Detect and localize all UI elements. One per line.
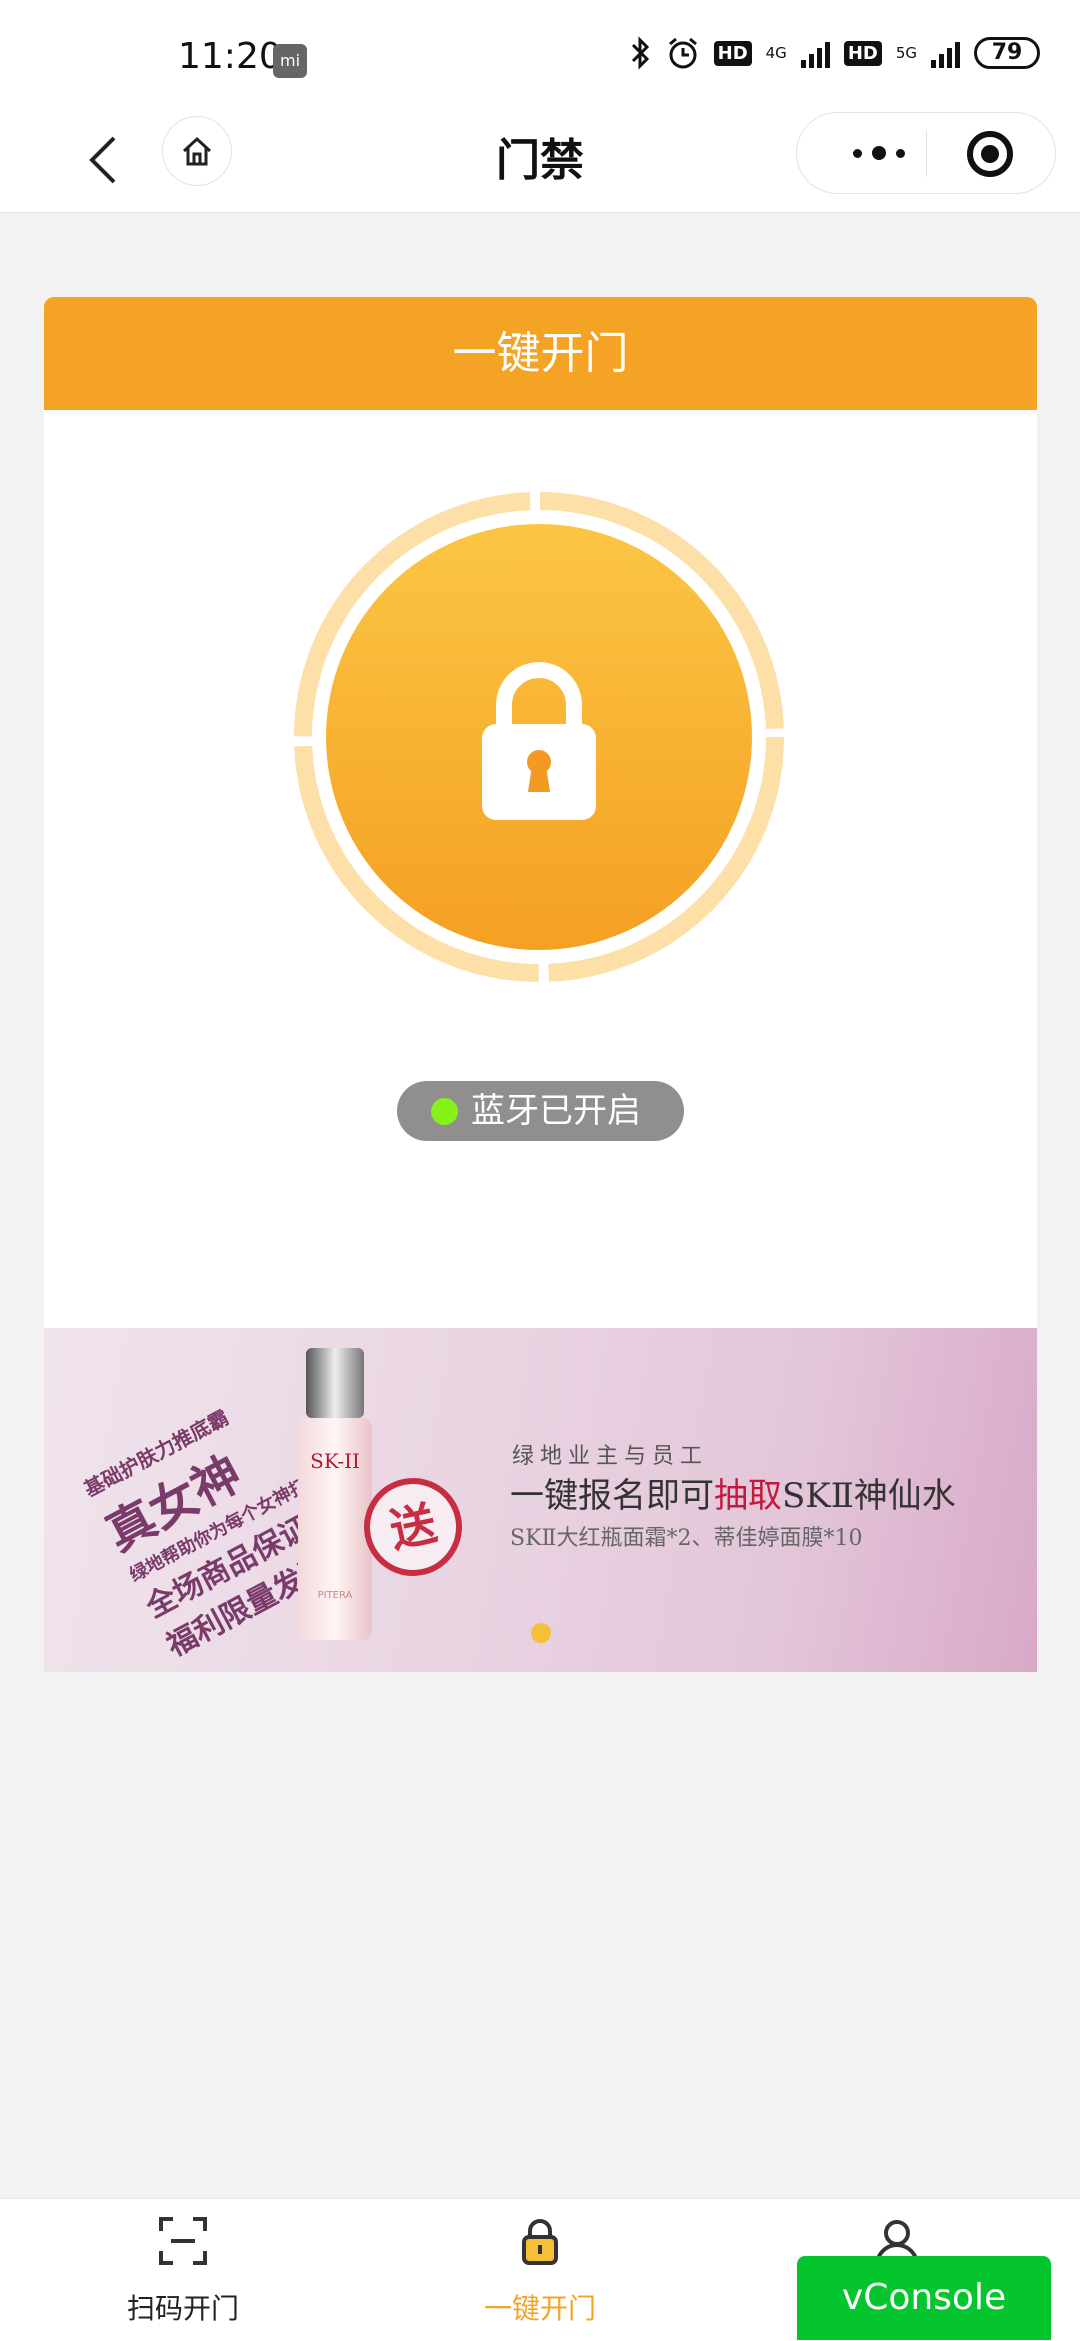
network-type: 5G bbox=[895, 43, 917, 62]
carousel-indicator[interactable] bbox=[531, 1623, 551, 1643]
alarm-icon bbox=[668, 37, 697, 69]
battery-icon: 79 bbox=[974, 37, 1040, 69]
tab-label: 一键开门 bbox=[483, 2292, 596, 2325]
scan-icon bbox=[159, 2217, 207, 2265]
bottle-sub: PITERA bbox=[318, 1590, 353, 1601]
status-dot bbox=[431, 1098, 458, 1125]
tab-label: 扫码开门 bbox=[126, 2292, 239, 2325]
target-circle-icon[interactable] bbox=[967, 131, 1013, 177]
signal-icon bbox=[931, 38, 960, 68]
headline-highlight: 抽取 bbox=[714, 1476, 782, 1516]
bluetooth-status-text: 蓝牙已开启 bbox=[471, 1091, 641, 1131]
more-dots-icon[interactable] bbox=[839, 133, 919, 173]
unlock-card: 一键开门 蓝牙已开启 bbox=[44, 297, 1037, 1328]
banner-headline: 一键报名即可抽取SKⅡ神仙水 bbox=[510, 1468, 956, 1517]
tab-one-key-open[interactable]: 一键开门 bbox=[440, 2213, 640, 2327]
hd-badge: HD bbox=[713, 40, 752, 66]
status-icons: HD 4G HD 5G 79 bbox=[630, 36, 1040, 70]
padlock-icon bbox=[522, 2219, 558, 2265]
capsule-divider bbox=[926, 131, 927, 177]
home-icon bbox=[182, 136, 212, 166]
bluetooth-icon bbox=[631, 36, 649, 70]
tab-scan-open[interactable]: 扫码开门 bbox=[83, 2213, 283, 2327]
vconsole-button[interactable]: vConsole bbox=[797, 2256, 1051, 2340]
signal-icon bbox=[800, 38, 830, 68]
home-button[interactable] bbox=[162, 116, 232, 186]
headline-part: 一键报名即可 bbox=[510, 1476, 714, 1516]
bottle-brand: SK-II bbox=[310, 1449, 360, 1473]
status-bar: 11:20 mi HD 4G HD 5G 79 bbox=[0, 0, 1080, 110]
promo-banner[interactable]: 基础护肤力推底霸 真女神 绿地帮助你为每个女神打造 全场商品保证正品 福利限量发… bbox=[44, 1328, 1037, 1672]
mini-program-capsule bbox=[796, 112, 1056, 194]
banner-subtitle: 绿地业主与员工 bbox=[512, 1444, 709, 1469]
bluetooth-status-badge: 蓝牙已开启 bbox=[397, 1081, 684, 1141]
mi-notification-icon: mi bbox=[273, 44, 307, 78]
unlock-button[interactable] bbox=[292, 490, 786, 984]
hd-badge: HD bbox=[843, 40, 882, 66]
network-type: 4G bbox=[765, 43, 787, 62]
status-time: 11:20 bbox=[178, 36, 282, 77]
banner-details: SKⅡ大红瓶面霜*2、蒂佳婷面膜*10 bbox=[510, 1526, 863, 1551]
headline-part: SKⅡ神仙水 bbox=[782, 1476, 956, 1516]
card-title: 一键开门 bbox=[44, 297, 1037, 410]
product-bottle: SK-II PITERA bbox=[298, 1348, 372, 1640]
